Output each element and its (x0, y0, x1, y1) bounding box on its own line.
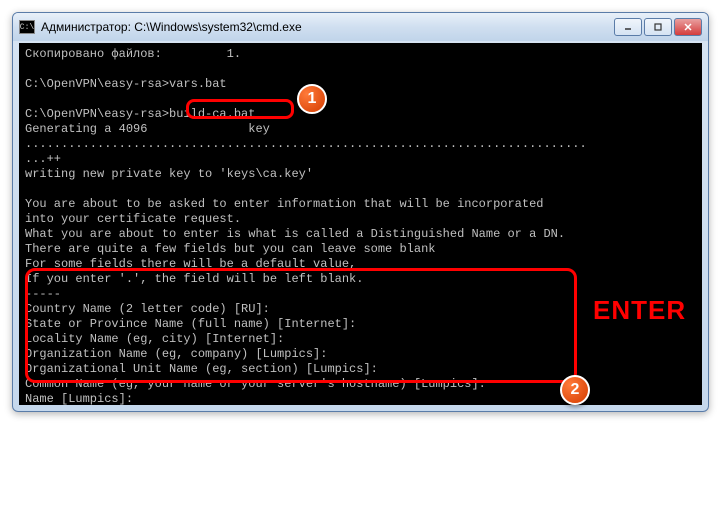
cmd-icon-text: C:\ (20, 23, 34, 32)
annotation-badge-2: 2 (560, 375, 590, 405)
terminal-output[interactable]: Скопировано файлов: 1. C:\OpenVPN\easy-r… (19, 43, 702, 405)
titlebar[interactable]: C:\ Администратор: C:\Windows\system32\c… (13, 13, 708, 41)
minimize-button[interactable] (614, 18, 642, 36)
window-controls (614, 18, 702, 36)
annotation-badge-1: 1 (297, 84, 327, 114)
maximize-button[interactable] (644, 18, 672, 36)
close-button[interactable] (674, 18, 702, 36)
window-title: Администратор: C:\Windows\system32\cmd.e… (41, 20, 614, 34)
cmd-icon: C:\ (19, 20, 35, 34)
annotation-enter-label: ENTER (593, 295, 686, 326)
window-frame: C:\ Администратор: C:\Windows\system32\c… (12, 12, 709, 412)
